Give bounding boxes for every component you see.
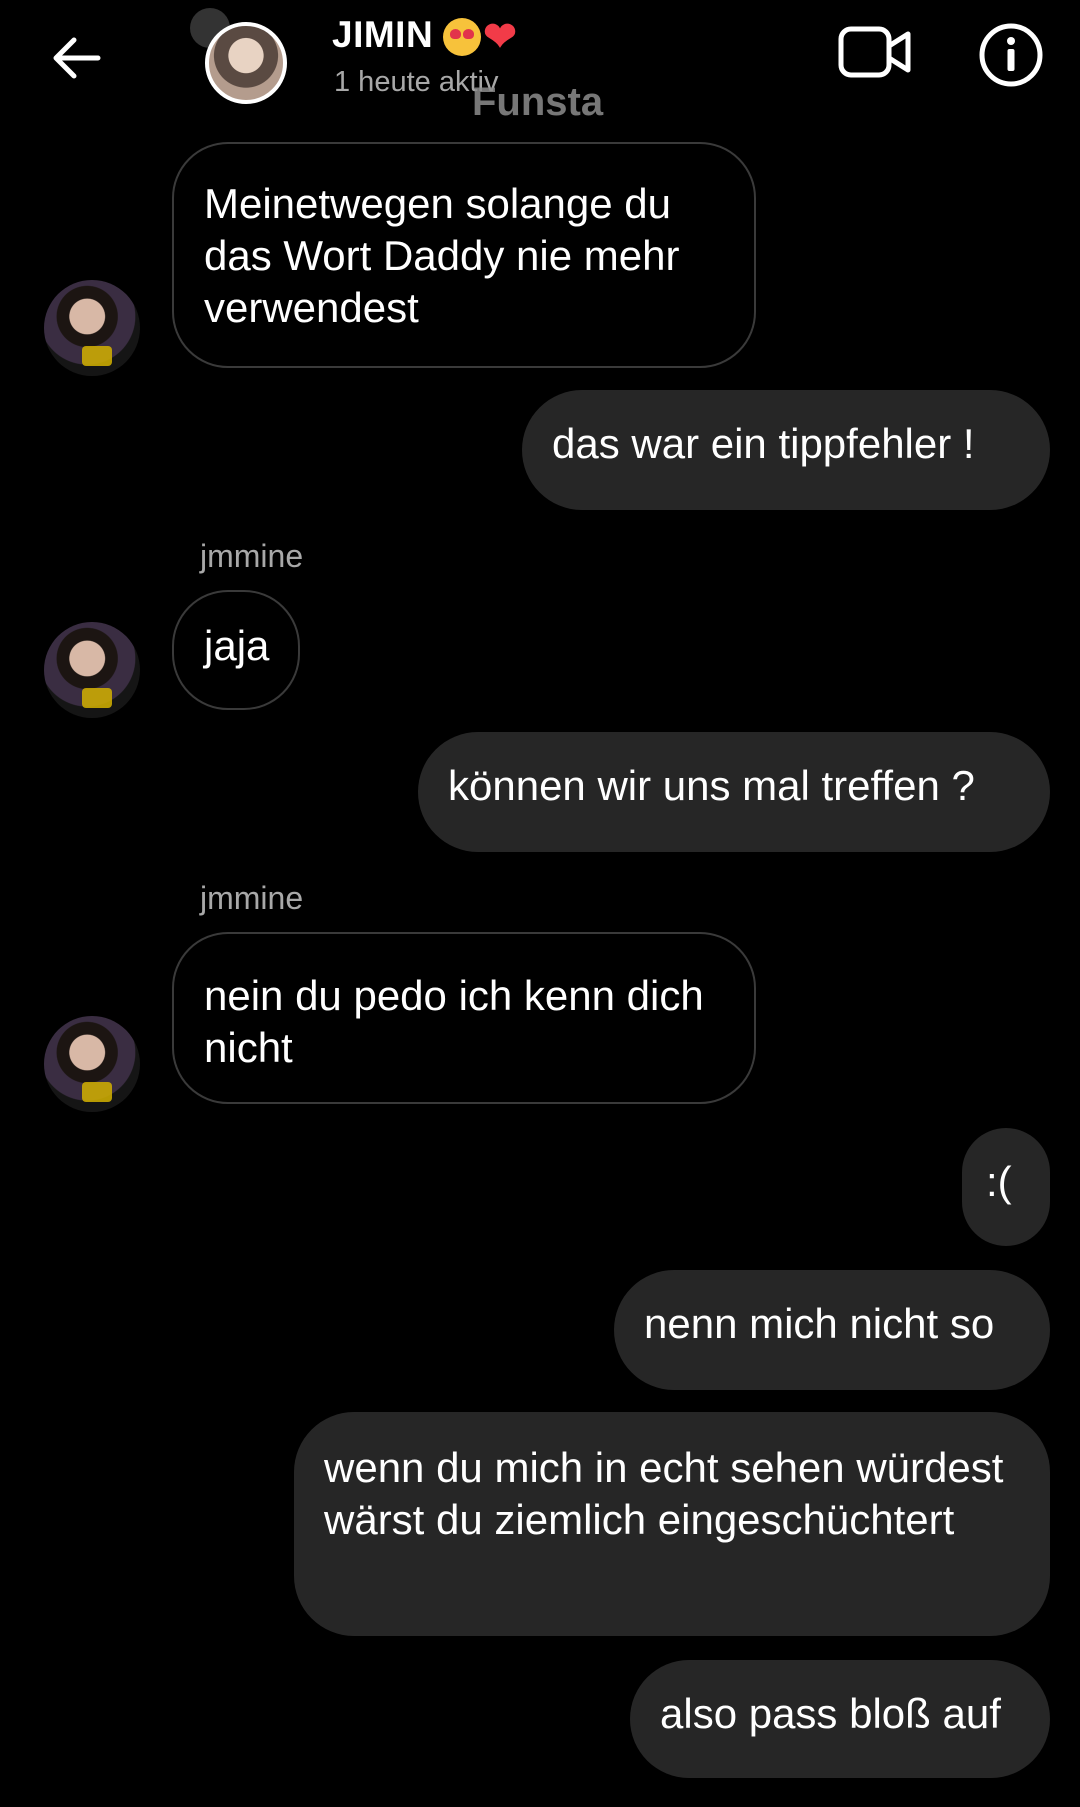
- contact-avatar[interactable]: [44, 622, 140, 718]
- message-outgoing: wenn du mich in echt sehen würdest wärst…: [294, 1412, 1050, 1636]
- contact-avatar[interactable]: [44, 1016, 140, 1112]
- message-outgoing: nenn mich nicht so: [614, 1270, 1050, 1390]
- message-outgoing: :(: [962, 1128, 1050, 1246]
- back-arrow-icon[interactable]: [48, 30, 104, 86]
- contact-avatar[interactable]: [44, 280, 140, 376]
- heart-eyes-emoji-icon: [443, 18, 482, 57]
- video-call-icon[interactable]: [838, 24, 912, 80]
- message-outgoing: können wir uns mal treffen ?: [418, 732, 1050, 852]
- info-icon[interactable]: [978, 22, 1044, 88]
- message-outgoing: das war ein tippfehler !: [522, 390, 1050, 510]
- message-incoming: nein du pedo ich kenn dich nicht: [172, 932, 756, 1104]
- watermark: Funsta: [472, 80, 604, 124]
- chat-title-name: JIMIN: [332, 14, 434, 55]
- message-incoming: jaja: [172, 590, 300, 710]
- header-avatar[interactable]: [205, 22, 287, 104]
- message-incoming: Meinetwegen solange du das Wort Daddy ni…: [172, 142, 756, 368]
- message-sender: jmmine: [200, 538, 304, 574]
- heart-emoji-icon: ❤: [483, 15, 518, 60]
- message-outgoing: also pass bloß auf: [630, 1660, 1050, 1778]
- chat-title[interactable]: JIMIN ❤: [332, 14, 517, 60]
- message-sender: jmmine: [200, 880, 304, 916]
